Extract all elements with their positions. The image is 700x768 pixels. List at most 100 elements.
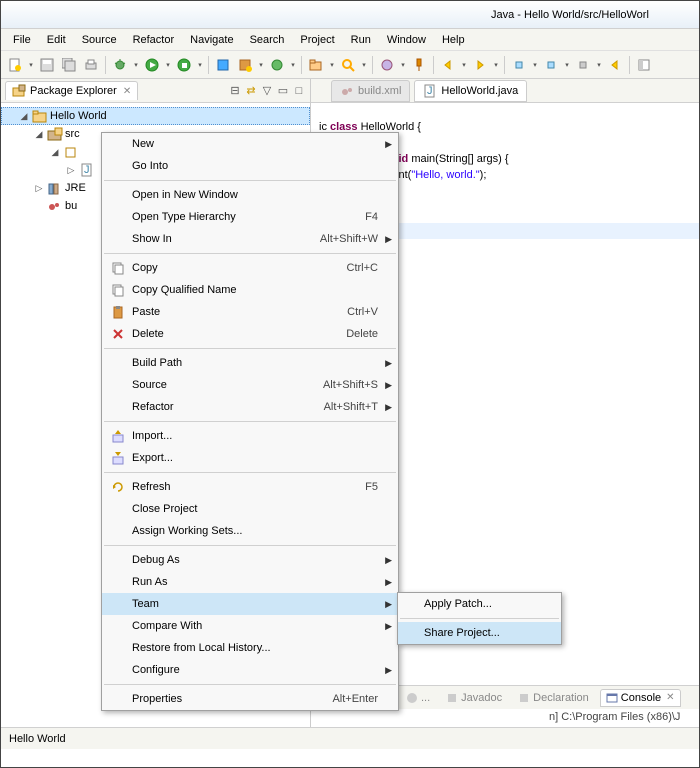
dropdown-arrow-icon[interactable]: ▾: [289, 55, 297, 75]
dropdown-arrow-icon[interactable]: ▾: [595, 55, 603, 75]
dropdown-arrow-icon[interactable]: ▾: [257, 55, 265, 75]
search-button[interactable]: [338, 55, 358, 75]
new-package-button[interactable]: [235, 55, 255, 75]
ctx-build-path[interactable]: Build Path▶: [102, 352, 398, 374]
separator-icon: [400, 618, 559, 619]
copy-icon: [108, 282, 128, 298]
open-type-button[interactable]: [306, 55, 326, 75]
last-edit-button[interactable]: [573, 55, 593, 75]
nav-back-button[interactable]: [438, 55, 458, 75]
view-menu-icon[interactable]: ▽: [260, 84, 274, 98]
tab-javadoc[interactable]: Javadoc: [441, 690, 507, 706]
menu-source[interactable]: Source: [74, 31, 125, 49]
nav-forward-button[interactable]: [470, 55, 490, 75]
ctx-export[interactable]: Export...: [102, 447, 398, 469]
minimize-icon[interactable]: ▭: [276, 84, 290, 98]
ctx-source[interactable]: SourceAlt+Shift+S▶: [102, 374, 398, 396]
ctx-properties[interactable]: PropertiesAlt+Enter: [102, 688, 398, 710]
submenu-arrow-icon: ▶: [382, 139, 392, 150]
tab-console[interactable]: Console✕: [600, 689, 681, 707]
menu-file[interactable]: File: [5, 31, 39, 49]
tasks-button[interactable]: [377, 55, 397, 75]
ctx-refresh[interactable]: RefreshF5: [102, 476, 398, 498]
ctx-show-in[interactable]: Show InAlt+Shift+W▶: [102, 228, 398, 250]
dropdown-arrow-icon[interactable]: ▾: [563, 55, 571, 75]
expand-arrow-icon[interactable]: ◢: [33, 129, 45, 140]
submenu-apply-patch[interactable]: Apply Patch...: [398, 593, 561, 615]
menu-navigate[interactable]: Navigate: [182, 31, 241, 49]
ctx-debug-as[interactable]: Debug As▶: [102, 549, 398, 571]
dropdown-arrow-icon[interactable]: ▾: [360, 55, 368, 75]
dropdown-arrow-icon[interactable]: ▾: [399, 55, 407, 75]
ctx-close-project[interactable]: Close Project: [102, 498, 398, 520]
new-type-button[interactable]: [267, 55, 287, 75]
dropdown-arrow-icon[interactable]: ▾: [531, 55, 539, 75]
next-annotation-button[interactable]: [541, 55, 561, 75]
run-last-button[interactable]: [174, 55, 194, 75]
ctx-restore-history[interactable]: Restore from Local History...: [102, 637, 398, 659]
save-all-button[interactable]: [59, 55, 79, 75]
ctx-open-new-window[interactable]: Open in New Window: [102, 184, 398, 206]
dropdown-arrow-icon[interactable]: ▾: [164, 55, 172, 75]
library-icon: [47, 180, 63, 196]
menu-window[interactable]: Window: [379, 31, 434, 49]
new-class-button[interactable]: [213, 55, 233, 75]
dropdown-arrow-icon[interactable]: ▾: [196, 55, 204, 75]
package-explorer-tab[interactable]: Package Explorer ✕: [5, 81, 138, 100]
run-button[interactable]: [142, 55, 162, 75]
export-icon: [108, 450, 128, 466]
expand-arrow-icon[interactable]: ▷: [65, 165, 77, 176]
submenu-share-project[interactable]: Share Project...: [398, 622, 561, 644]
ctx-copy-qualified[interactable]: Copy Qualified Name: [102, 279, 398, 301]
tree-project-hello-world[interactable]: ◢ Hello World: [1, 107, 310, 125]
prev-annotation-button[interactable]: [509, 55, 529, 75]
ctx-paste[interactable]: PasteCtrl+V: [102, 301, 398, 323]
menu-refactor[interactable]: Refactor: [125, 31, 183, 49]
ctx-import[interactable]: Import...: [102, 425, 398, 447]
ctx-delete[interactable]: DeleteDelete: [102, 323, 398, 345]
editor-tab-helloworld[interactable]: J HelloWorld.java: [414, 80, 527, 102]
maximize-icon[interactable]: □: [292, 84, 306, 98]
dropdown-arrow-icon[interactable]: ▾: [460, 55, 468, 75]
expand-arrow-icon[interactable]: ◢: [18, 111, 30, 122]
close-icon[interactable]: ✕: [666, 692, 674, 703]
ctx-go-into[interactable]: Go Into: [102, 155, 398, 177]
menu-edit[interactable]: Edit: [39, 31, 74, 49]
ctx-refactor[interactable]: RefactorAlt+Shift+T▶: [102, 396, 398, 418]
tab-declaration[interactable]: Declaration: [513, 690, 594, 706]
menu-search[interactable]: Search: [242, 31, 293, 49]
separator-icon: [504, 56, 505, 74]
link-editor-icon[interactable]: ⇄: [244, 84, 258, 98]
ctx-team[interactable]: Team▶: [102, 593, 398, 615]
dropdown-arrow-icon[interactable]: ▾: [328, 55, 336, 75]
save-button[interactable]: [37, 55, 57, 75]
ctx-copy[interactable]: CopyCtrl+C: [102, 257, 398, 279]
tab-problems[interactable]: ...: [401, 690, 435, 706]
ctx-new[interactable]: New▶: [102, 133, 398, 155]
perspective-button[interactable]: [634, 55, 654, 75]
close-icon[interactable]: ✕: [123, 86, 131, 97]
ctx-compare-with[interactable]: Compare With▶: [102, 615, 398, 637]
collapse-all-icon[interactable]: ⊟: [228, 84, 242, 98]
submenu-arrow-icon: ▶: [382, 358, 392, 369]
ctx-run-as[interactable]: Run As▶: [102, 571, 398, 593]
debug-button[interactable]: [110, 55, 130, 75]
expand-arrow-icon[interactable]: ▷: [33, 183, 45, 194]
ctx-assign-working-sets[interactable]: Assign Working Sets...: [102, 520, 398, 542]
declaration-icon: [518, 692, 530, 704]
expand-arrow-icon[interactable]: ◢: [49, 147, 61, 158]
back-button[interactable]: [605, 55, 625, 75]
dropdown-arrow-icon[interactable]: ▾: [132, 55, 140, 75]
menu-help[interactable]: Help: [434, 31, 473, 49]
new-button[interactable]: [5, 55, 25, 75]
dropdown-arrow-icon[interactable]: ▾: [492, 55, 500, 75]
menu-project[interactable]: Project: [292, 31, 342, 49]
editor-tab-build[interactable]: build.xml: [331, 80, 410, 102]
separator-icon: [301, 56, 302, 74]
ctx-open-type-hierarchy[interactable]: Open Type HierarchyF4: [102, 206, 398, 228]
pin-button[interactable]: [409, 55, 429, 75]
menu-run[interactable]: Run: [343, 31, 379, 49]
print-button[interactable]: [81, 55, 101, 75]
ctx-configure[interactable]: Configure▶: [102, 659, 398, 681]
dropdown-arrow-icon[interactable]: ▾: [27, 55, 35, 75]
